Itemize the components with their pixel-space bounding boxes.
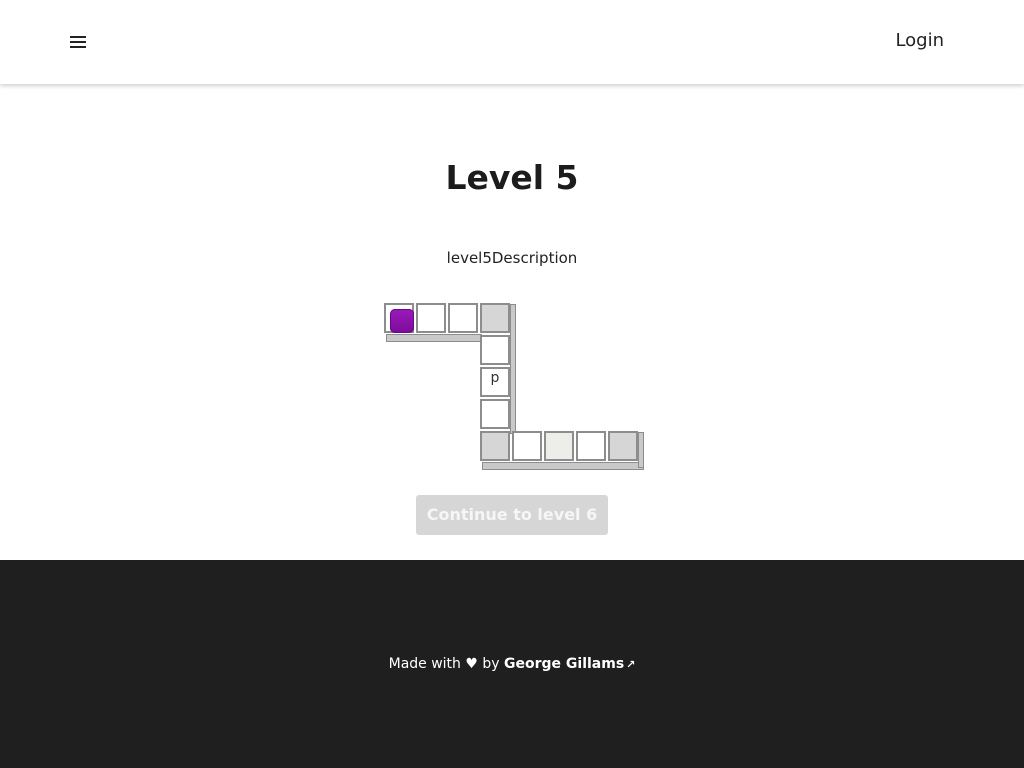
board-tile[interactable] bbox=[480, 431, 510, 461]
board-tile[interactable] bbox=[544, 431, 574, 461]
footer: Made with ♥ by George Gillams ↗ bbox=[0, 560, 1024, 768]
author-name: George Gillams bbox=[504, 656, 625, 672]
board-tile[interactable] bbox=[480, 303, 510, 333]
game-board: p bbox=[384, 303, 646, 471]
top-bar: Login bbox=[0, 0, 1024, 84]
page-title: Level 5 bbox=[445, 158, 579, 197]
made-with-text: Made with ♥ by bbox=[388, 656, 500, 672]
level-description: level5Description bbox=[446, 249, 578, 267]
login-link[interactable]: Login bbox=[895, 30, 944, 51]
board-tile[interactable] bbox=[576, 431, 606, 461]
board-ledge bbox=[386, 334, 482, 342]
board-tile[interactable] bbox=[608, 431, 638, 461]
board-ledge bbox=[638, 432, 644, 468]
board-tile[interactable] bbox=[480, 335, 510, 365]
external-link-icon: ↗ bbox=[626, 658, 636, 671]
tile-letter: p bbox=[490, 370, 500, 386]
player-piece[interactable] bbox=[390, 309, 414, 333]
continue-button[interactable]: Continue to level 6 bbox=[416, 495, 608, 535]
hamburger-menu-icon[interactable] bbox=[66, 30, 90, 54]
board-tile[interactable] bbox=[448, 303, 478, 333]
board-ledge bbox=[510, 304, 516, 434]
board-tile[interactable] bbox=[384, 303, 414, 333]
board-tile[interactable] bbox=[480, 399, 510, 429]
footer-credit: Made with ♥ by George Gillams ↗ bbox=[0, 656, 1024, 672]
board-tile[interactable] bbox=[416, 303, 446, 333]
board-ledge bbox=[482, 462, 644, 470]
author-link[interactable]: George Gillams ↗ bbox=[504, 656, 635, 672]
board-tile[interactable] bbox=[512, 431, 542, 461]
board-tile[interactable]: p bbox=[480, 367, 510, 397]
